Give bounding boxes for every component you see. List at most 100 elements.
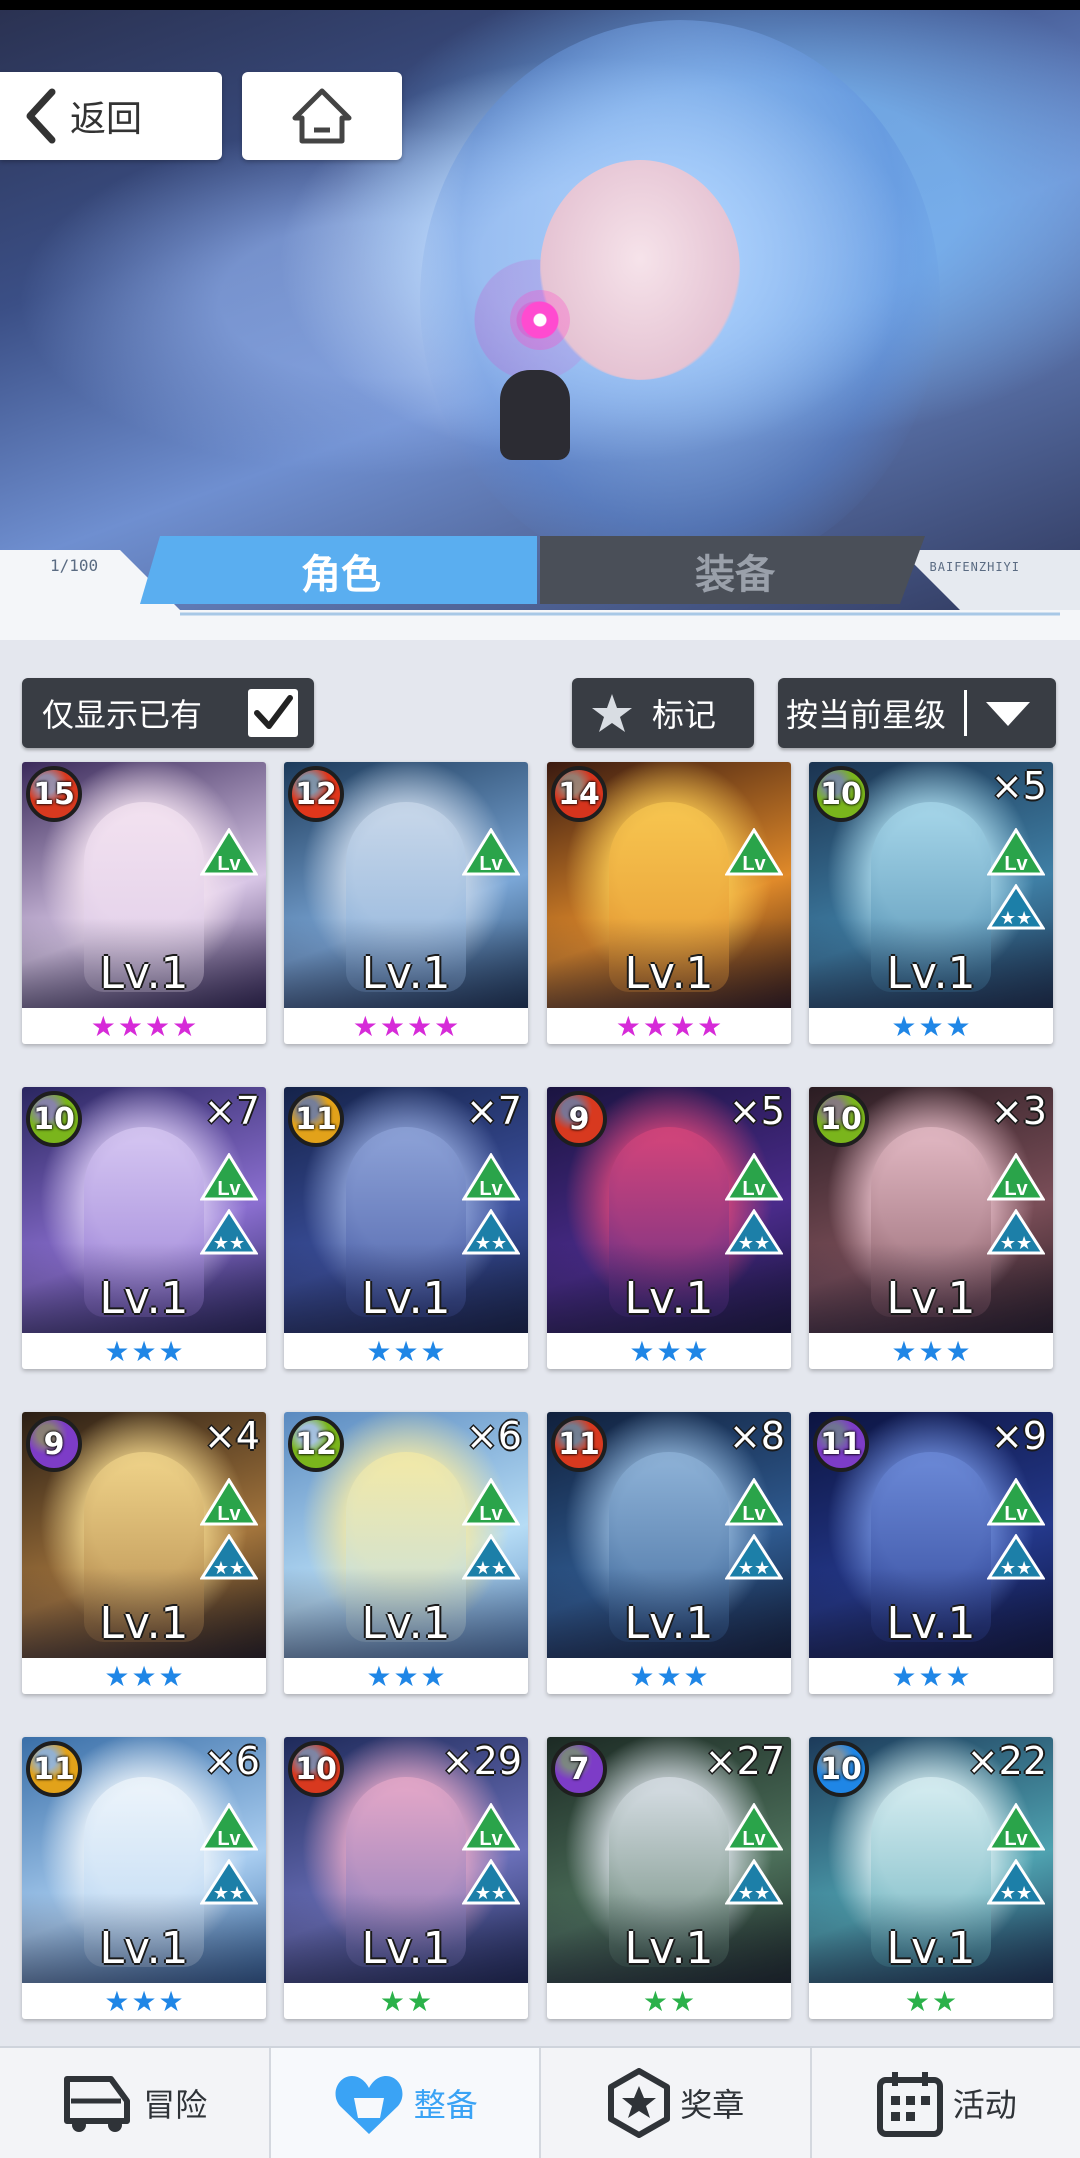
owned-only-toggle[interactable]: 仅显示已有: [22, 678, 314, 748]
level-up-icon[interactable]: Lv: [462, 828, 520, 876]
brand-text: BAIFENZHIYI: [929, 560, 1020, 574]
level-up-icon[interactable]: Lv: [725, 1478, 783, 1526]
duplicate-count: ×5: [990, 764, 1047, 808]
medal-icon: [608, 2068, 671, 2138]
rating-star-icon: ★: [379, 1984, 405, 2018]
nav-adventure[interactable]: 冒险: [0, 2048, 271, 2158]
character-card[interactable]: 12 Lv Lv.1 ★ ★ ★ ★: [284, 762, 528, 1044]
level-badge: 10: [288, 1741, 344, 1797]
rating-star-icon: ★: [945, 1659, 971, 1693]
level-up-icon[interactable]: Lv: [725, 1803, 783, 1851]
star-up-icon[interactable]: ★★: [200, 1209, 258, 1255]
character-card[interactable]: 10 ×29 Lv ★★ Lv.1 ★ ★: [284, 1737, 528, 2019]
level-badge: 12: [288, 766, 344, 822]
character-card[interactable]: 9 ×4 Lv ★★ Lv.1 ★ ★ ★: [22, 1412, 266, 1694]
heart-shield-icon: [335, 2076, 403, 2134]
rating-star-icon: ★: [918, 1334, 944, 1368]
nav-preparation[interactable]: 整备: [270, 2048, 541, 2158]
checkbox-checked-icon[interactable]: [248, 689, 298, 737]
star-rating: ★ ★ ★: [284, 1658, 528, 1694]
level-up-icon[interactable]: Lv: [200, 1803, 258, 1851]
star-up-icon[interactable]: ★★: [462, 1859, 520, 1905]
svg-text:★★: ★★: [738, 1883, 770, 1904]
level-up-icon[interactable]: Lv: [200, 1478, 258, 1526]
svg-text:Lv: Lv: [217, 1178, 241, 1200]
rating-star-icon: ★: [407, 1009, 433, 1043]
star-up-icon[interactable]: ★★: [987, 1209, 1045, 1255]
character-card[interactable]: 12 ×6 Lv ★★ Lv.1 ★ ★ ★: [284, 1412, 528, 1694]
character-card[interactable]: 11 ×8 Lv ★★ Lv.1 ★ ★ ★: [547, 1412, 791, 1694]
character-card[interactable]: 10 ×5 Lv ★★ Lv.1 ★ ★ ★: [809, 762, 1053, 1044]
level-up-icon[interactable]: Lv: [725, 828, 783, 876]
star-up-icon[interactable]: ★★: [987, 1859, 1045, 1905]
star-up-icon[interactable]: ★★: [725, 1534, 783, 1580]
sort-dropdown[interactable]: 按当前星级: [778, 678, 1056, 748]
star-rating: ★ ★ ★: [809, 1333, 1053, 1369]
duplicate-count: ×6: [465, 1414, 522, 1458]
svg-text:★★: ★★: [738, 1558, 770, 1579]
mark-button[interactable]: 标记: [572, 678, 754, 748]
character-card[interactable]: 9 ×5 Lv ★★ Lv.1 ★ ★ ★: [547, 1087, 791, 1369]
level-up-icon[interactable]: Lv: [200, 1153, 258, 1201]
character-card[interactable]: 10 ×22 Lv ★★ Lv.1 ★ ★: [809, 1737, 1053, 2019]
rating-star-icon: ★: [379, 1009, 405, 1043]
sort-label: 按当前星级: [786, 696, 947, 734]
tab-characters[interactable]: 角色: [145, 538, 537, 604]
rating-star-icon: ★: [697, 1009, 723, 1043]
svg-text:Lv: Lv: [1004, 1503, 1028, 1525]
duplicate-count: ×7: [203, 1089, 260, 1133]
svg-text:★★: ★★: [1000, 908, 1032, 929]
duplicate-count: ×29: [441, 1739, 522, 1783]
level-badge: 7: [551, 1741, 607, 1797]
character-card[interactable]: 11 ×9 Lv ★★ Lv.1 ★ ★ ★: [809, 1412, 1053, 1694]
rating-star-icon: ★: [918, 1659, 944, 1693]
star-up-icon[interactable]: ★★: [987, 884, 1045, 930]
nav-events[interactable]: 活动: [812, 2048, 1080, 2158]
duplicate-count: ×6: [203, 1739, 260, 1783]
level-up-icon[interactable]: Lv: [987, 1803, 1045, 1851]
star-up-icon[interactable]: ★★: [725, 1859, 783, 1905]
character-level: Lv.1: [361, 948, 451, 999]
scope-glow: [510, 290, 570, 350]
level-up-icon[interactable]: Lv: [725, 1153, 783, 1201]
svg-text:Lv: Lv: [742, 853, 766, 875]
home-button[interactable]: [242, 72, 402, 160]
rating-star-icon: ★: [366, 1334, 392, 1368]
level-up-icon[interactable]: Lv: [462, 1478, 520, 1526]
status-strip: [0, 0, 1080, 10]
character-card[interactable]: 11 ×7 Lv ★★ Lv.1 ★ ★ ★: [284, 1087, 528, 1369]
nav-medals[interactable]: 奖章: [541, 2048, 812, 2158]
star-up-icon[interactable]: ★★: [725, 1209, 783, 1255]
character-card[interactable]: 11 ×6 Lv ★★ Lv.1 ★ ★ ★: [22, 1737, 266, 2019]
character-level: Lv.1: [99, 1273, 189, 1324]
star-rating: ★ ★ ★ ★: [547, 1008, 791, 1044]
level-up-icon[interactable]: Lv: [200, 828, 258, 876]
back-button[interactable]: 返回: [0, 72, 222, 160]
svg-text:★★: ★★: [1000, 1233, 1032, 1254]
level-up-icon[interactable]: Lv: [987, 828, 1045, 876]
svg-text:★★: ★★: [738, 1233, 770, 1254]
character-weapon: [500, 370, 570, 460]
rating-star-icon: ★: [104, 1334, 130, 1368]
level-up-icon[interactable]: Lv: [462, 1803, 520, 1851]
character-card[interactable]: 10 ×3 Lv ★★ Lv.1 ★ ★ ★: [809, 1087, 1053, 1369]
star-up-icon[interactable]: ★★: [462, 1534, 520, 1580]
rating-star-icon: ★: [642, 1984, 668, 2018]
star-up-icon[interactable]: ★★: [200, 1859, 258, 1905]
star-up-icon[interactable]: ★★: [200, 1534, 258, 1580]
level-badge: 15: [26, 766, 82, 822]
star-up-icon[interactable]: ★★: [462, 1209, 520, 1255]
character-level: Lv.1: [886, 1598, 976, 1649]
tab-equipment[interactable]: 装备: [540, 538, 930, 604]
character-card[interactable]: 7 ×27 Lv ★★ Lv.1 ★ ★: [547, 1737, 791, 2019]
level-up-icon[interactable]: Lv: [987, 1153, 1045, 1201]
character-card[interactable]: 10 ×7 Lv ★★ Lv.1 ★ ★ ★: [22, 1087, 266, 1369]
character-card[interactable]: 15 Lv Lv.1 ★ ★ ★ ★: [22, 762, 266, 1044]
level-up-icon[interactable]: Lv: [987, 1478, 1045, 1526]
character-card[interactable]: 14 Lv Lv.1 ★ ★ ★ ★: [547, 762, 791, 1044]
level-up-icon[interactable]: Lv: [462, 1153, 520, 1201]
nav-preparation-label: 整备: [413, 2086, 478, 2124]
character-level: Lv.1: [624, 1273, 714, 1324]
star-rating: ★ ★ ★: [22, 1333, 266, 1369]
star-up-icon[interactable]: ★★: [987, 1534, 1045, 1580]
